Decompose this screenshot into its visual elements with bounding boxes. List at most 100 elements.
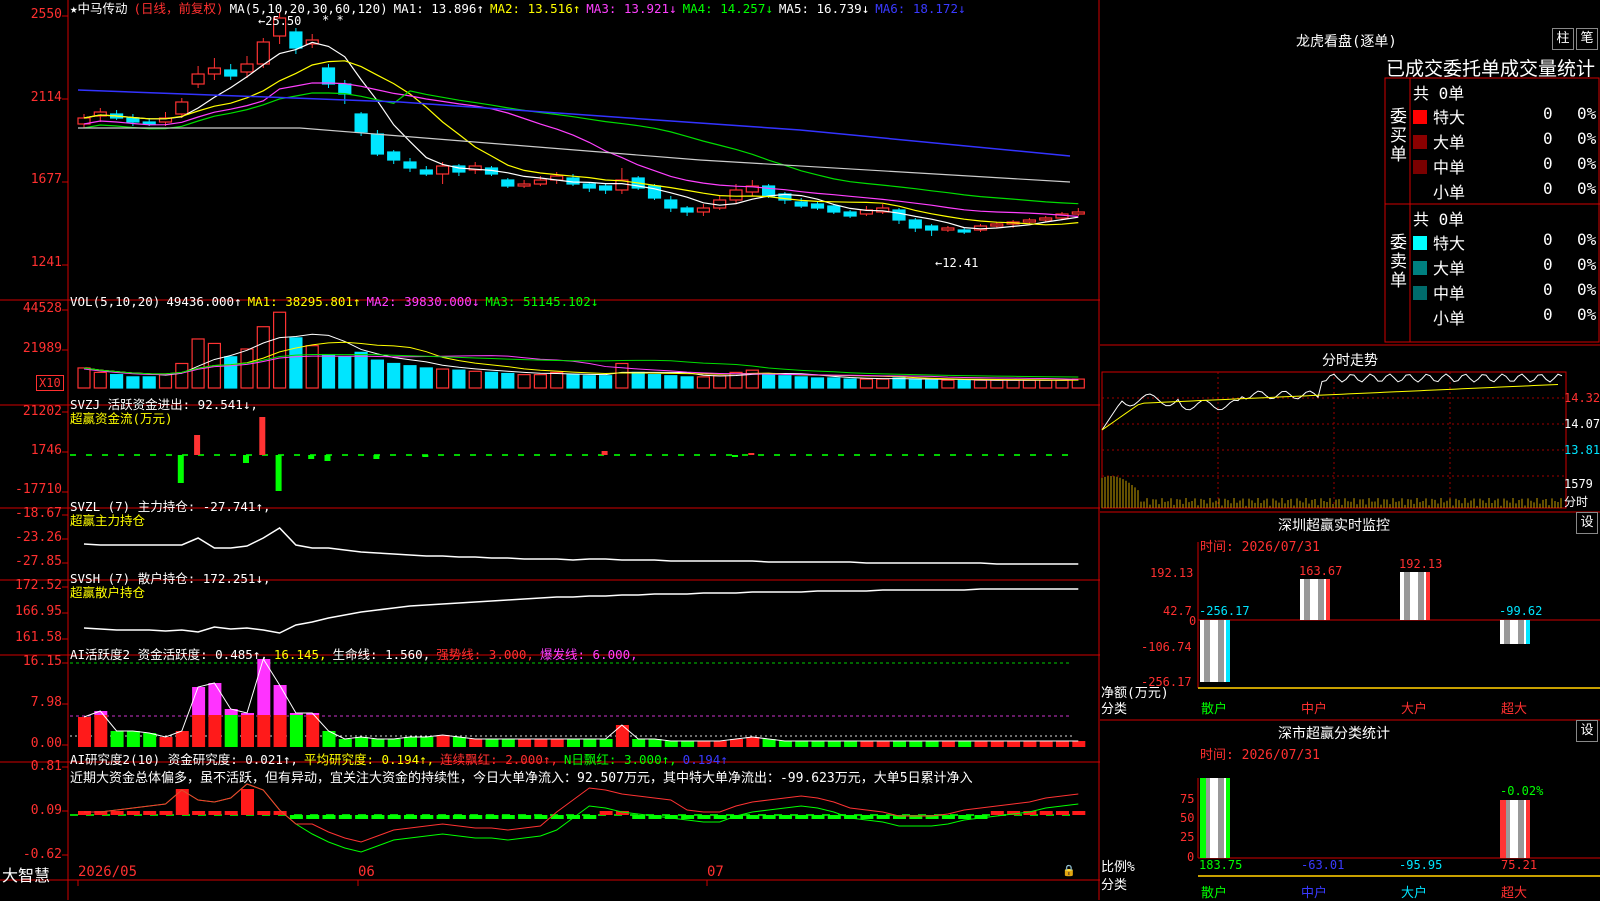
volume-bar [859, 378, 874, 389]
volume-bar [680, 376, 694, 389]
vol-ma3: MA3: 51145.102↓ [485, 294, 599, 309]
volume-bar [452, 369, 466, 389]
category-retail: 散户 [1201, 886, 1228, 901]
sz-monitor-title: 深圳超赢实时监控 [1278, 518, 1390, 534]
candle-body [207, 67, 221, 75]
ai-research-v4: 0.194↑ [682, 752, 728, 767]
ma4-value: MA4: 14.257↓ [682, 1, 773, 16]
candle-body [256, 41, 270, 65]
ai-research-bar [159, 811, 173, 815]
svsh-line [83, 588, 1079, 634]
ai-research-bar [876, 815, 890, 819]
stock-name[interactable]: ★中马传动 [70, 1, 128, 16]
ai-activity-bar [159, 737, 173, 747]
svzj-flow-bar [259, 417, 266, 455]
period-info[interactable]: (日线，前复权) [134, 1, 224, 16]
volume-bar [924, 379, 939, 389]
ai-activity-bar [844, 741, 858, 747]
buy-color-swatch [1413, 160, 1427, 174]
ai-strong-line: 强势线: 3.000, [436, 647, 534, 662]
price-axis-label: 1241 [30, 255, 62, 270]
volume-bar [1039, 379, 1053, 389]
ai-activity-bar [208, 715, 222, 747]
volume-bar [436, 368, 450, 389]
ai-activity-bar [681, 741, 695, 747]
svzj-axis-label: 21202 [22, 404, 62, 419]
candle-body [680, 207, 694, 213]
ai-activity-bar [338, 739, 352, 747]
buy-total: 共 0单 [1413, 84, 1465, 103]
volume-bar [827, 377, 841, 389]
ai-research-bar [632, 815, 646, 819]
vol-title: VOL(5,10,20) [70, 294, 161, 309]
candle-body [957, 229, 971, 233]
ai-activity-bar [811, 741, 825, 747]
ai-activity-bar [192, 715, 206, 747]
volume-bar [419, 367, 433, 389]
ai-activity-bar [452, 737, 466, 747]
ai-activity-bar [974, 741, 988, 747]
ai-research-bar [713, 815, 727, 819]
candle-body [664, 199, 678, 209]
sz-stats-time: 时间: 2026/07/31 [1200, 748, 1320, 763]
candle-body [941, 227, 955, 231]
volume-bar [126, 376, 140, 389]
ai-activity-bar [827, 741, 841, 747]
monitor-bar-super-shade [1518, 620, 1524, 644]
sz-monitor-settings-button[interactable]: 设 [1576, 512, 1598, 534]
monitor-bar-large-shade [1404, 572, 1410, 620]
volume-bar [224, 356, 238, 389]
ai-research-bar [811, 815, 825, 819]
category-medium: 中户 [1301, 702, 1328, 717]
sell-row: 小单 [1413, 305, 1465, 329]
candle-body [436, 165, 450, 175]
stats-value: -63.01 [1301, 858, 1345, 872]
monitor-bar-retail-shade [1218, 620, 1224, 682]
candle-body [517, 183, 531, 187]
ai-research-bar [762, 815, 776, 819]
volume-bar [240, 348, 254, 389]
price-axis-label: 2550 [30, 7, 62, 22]
tick-view-button[interactable]: 笔 [1576, 28, 1598, 50]
candle-body [354, 113, 368, 133]
sell-row-name: 特大 [1433, 234, 1466, 253]
sell-row-name: 小单 [1433, 309, 1466, 328]
buy-row-count: 0 [1543, 129, 1553, 148]
buy-row-pct: 0% [1577, 104, 1597, 123]
sz-monitor-axis-label: 0 [1189, 614, 1197, 628]
category-retail: 散户 [1201, 702, 1228, 717]
svzj-flow-bar [275, 455, 282, 491]
ai-activity-bar [110, 731, 124, 747]
price-panel-header: ★中马传动 (日线，前复权) MA(5,10,20,30,60,120) MA1: 1… [70, 2, 972, 16]
candle-body [843, 211, 857, 217]
ai-activity-bar [501, 739, 515, 747]
ai-research-bar [322, 815, 336, 819]
vol-ma1: MA1: 38295.801↑ [247, 294, 361, 309]
ma6-value: MA6: 18.172↓ [875, 1, 966, 16]
candle-body [321, 67, 336, 85]
buy-row-pct: 0% [1577, 154, 1597, 173]
volume-bar [794, 376, 808, 389]
ai-activity-bar [355, 737, 369, 747]
ai-research-bar [958, 815, 972, 819]
ai-activity-bar [795, 741, 809, 747]
ai-activity-bar [893, 741, 906, 747]
stats-bar-retail-shade [1218, 778, 1224, 858]
candle-body [908, 219, 922, 229]
ai-activity-burst-bar [241, 713, 254, 715]
volume-bar [647, 374, 662, 389]
svzj-flow-bar [732, 455, 738, 457]
ai-activity-axis-label: 7.98 [30, 695, 62, 710]
ai-activity-bar [567, 739, 580, 747]
bar-view-button[interactable]: 柱 [1552, 28, 1574, 50]
candle-body [892, 209, 906, 221]
dragon-panel-title: 龙虎看盘(逐单) [1296, 34, 1397, 50]
sz-stats-settings-button[interactable]: 设 [1576, 720, 1598, 742]
lock-icon[interactable]: 🔒 [1062, 864, 1076, 877]
volume-bar [403, 365, 417, 389]
ai-activity-bar [485, 739, 499, 747]
ai-research-bar [501, 815, 515, 819]
ai-activity-burst-bar [208, 683, 222, 715]
brand-logo-text[interactable]: 大智慧 [2, 862, 50, 886]
svzj-flow-bar [194, 435, 201, 455]
